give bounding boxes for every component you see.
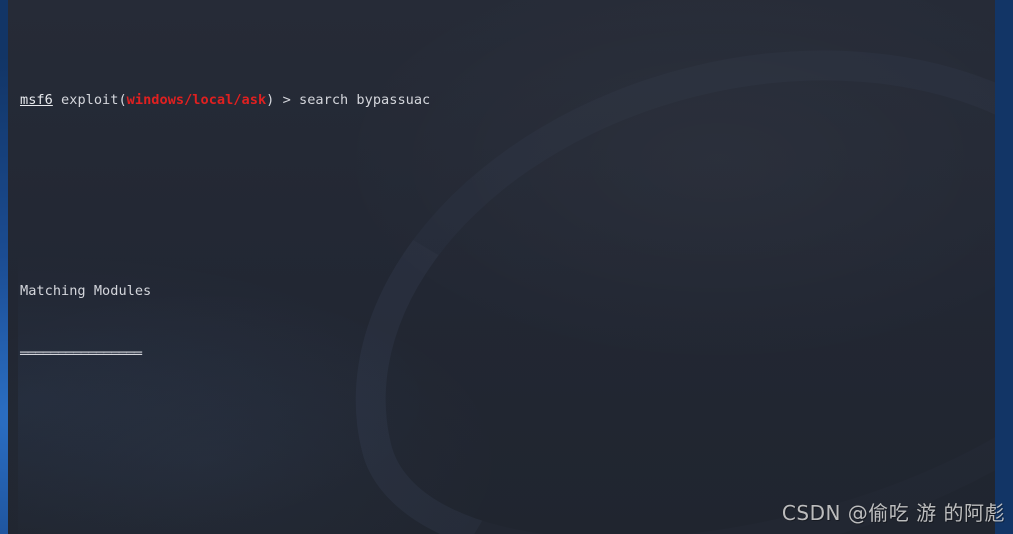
section-title-text: Matching Modules [20,282,152,299]
section-title: Matching Modules [20,281,995,302]
section-rule-text: ════════════════ [20,346,142,363]
terminal-screen[interactable]: msf6 exploit(windows/local/ask) > search… [8,0,995,534]
prompt-command: search bypassuac [299,91,431,108]
prompt-exploit-open: exploit( [52,91,127,108]
prompt-line: msf6 exploit(windows/local/ask) > search… [20,90,995,111]
prompt-target-module: windows/local/ask [126,91,267,108]
prompt-user: msf6 [20,91,53,108]
section-rule: ════════════════ [20,344,995,365]
prompt-separator: > [274,91,299,108]
terminal-window[interactable]: msf6 exploit(windows/local/ask) > search… [8,0,995,534]
